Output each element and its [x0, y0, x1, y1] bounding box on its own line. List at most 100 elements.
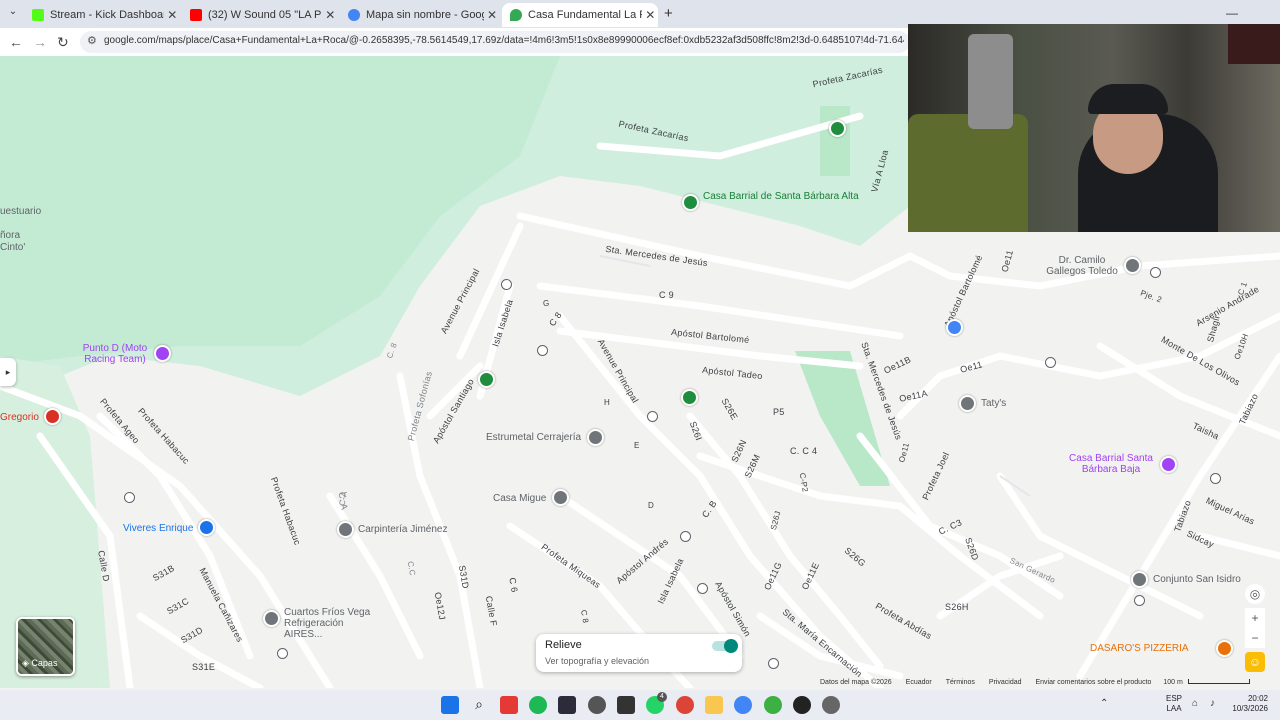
app-icon[interactable]	[558, 696, 576, 714]
terrain-toggle-card[interactable]: Relieve Ver topografía y elevación	[536, 634, 742, 672]
chrome-icon[interactable]	[734, 696, 752, 714]
notification-badge: 4	[657, 692, 667, 702]
tab-google-maps[interactable]: Casa Fundamental La Roca - Go ✕	[502, 3, 658, 27]
file-explorer-icon[interactable]	[705, 696, 723, 714]
obs-icon[interactable]	[793, 696, 811, 714]
privacy-link[interactable]: Privacidad	[989, 679, 1022, 686]
search-icon[interactable]: ⌕	[470, 696, 488, 714]
layers-label: ◈ Capas	[22, 658, 58, 668]
close-icon[interactable]: ✕	[484, 8, 500, 22]
settings-icon[interactable]	[822, 696, 840, 714]
clock[interactable]: 20:02 10/3/2026	[1230, 694, 1268, 714]
scale-label[interactable]: 100 m	[1163, 679, 1182, 686]
street-label: S31E	[192, 662, 216, 672]
place-label[interactable]: DASARO'S PIZZERIA	[1090, 643, 1189, 654]
street-label: S26H	[945, 602, 969, 612]
relief-toggle[interactable]	[712, 639, 738, 653]
back-button[interactable]: ←	[9, 34, 23, 50]
app-icon[interactable]	[500, 696, 518, 714]
place-label[interactable]: Carpintería Jiménez	[358, 524, 447, 535]
grocery-pin[interactable]	[198, 519, 215, 536]
wifi-icon[interactable]: ⌂	[1192, 698, 1198, 709]
bus-stop-icon[interactable]	[501, 279, 512, 290]
restaurant-pin[interactable]	[1216, 640, 1233, 657]
place-pin[interactable]	[263, 610, 280, 627]
minimize-button[interactable]: —	[1226, 6, 1238, 20]
tab-kick[interactable]: Stream - Kick Dashboard ✕	[24, 3, 180, 27]
place-label[interactable]: Gregorio	[0, 412, 39, 423]
app-icon[interactable]	[617, 696, 635, 714]
bus-stop-icon[interactable]	[768, 658, 779, 669]
bus-stop-icon[interactable]	[124, 492, 135, 503]
new-tab-button[interactable]: +	[664, 5, 673, 22]
terms-link[interactable]: Términos	[946, 679, 975, 686]
country-link[interactable]: Ecuador	[906, 679, 932, 686]
place-pin[interactable]	[587, 429, 604, 446]
close-icon[interactable]: ✕	[164, 8, 180, 22]
close-icon[interactable]: ✕	[642, 8, 658, 22]
park-pin[interactable]	[681, 389, 698, 406]
tab-search-icon[interactable]: ⌄	[6, 6, 20, 20]
bus-stop-icon[interactable]	[1134, 595, 1145, 606]
park-pin[interactable]	[829, 120, 846, 137]
forward-button[interactable]: →	[33, 34, 47, 50]
green-sofa	[908, 114, 1028, 232]
bus-stop-icon[interactable]	[697, 583, 708, 594]
address-bar[interactable]: ⚙ google.com/maps/place/Casa+Fundamental…	[80, 31, 910, 53]
bus-stop-icon[interactable]	[537, 345, 548, 356]
zoom-out-button[interactable]: −	[1245, 628, 1265, 648]
bus-stop-icon[interactable]	[1045, 357, 1056, 368]
tray-chevron-icon[interactable]: ⌃	[1100, 698, 1108, 709]
street-label: P5	[773, 407, 785, 417]
place-label[interactable]: Casa Barrial de Santa Bárbara Alta	[703, 191, 859, 202]
place-label: ñora	[0, 230, 21, 241]
place-label: uestuario	[0, 206, 42, 217]
place-label[interactable]: Taty's	[981, 398, 1006, 409]
close-icon[interactable]: ✕	[322, 8, 338, 22]
park-pin[interactable]	[478, 371, 495, 388]
place-pin[interactable]	[1124, 257, 1141, 274]
place-pin[interactable]	[1131, 571, 1148, 588]
tab-google-earth[interactable]: Mapa sin nombre - Google Ear ✕	[340, 3, 500, 27]
todo-icon[interactable]	[676, 696, 694, 714]
place-label[interactable]: Viveres Enrique	[123, 523, 193, 534]
spotify-icon[interactable]	[529, 696, 547, 714]
reload-button[interactable]: ↻	[57, 34, 69, 51]
layers-button[interactable]: ◈ Capas	[16, 617, 75, 676]
bus-stop-icon[interactable]	[1150, 267, 1161, 278]
place-label[interactable]: Casa Barrial Santa Bárbara Baja	[1066, 453, 1156, 475]
zoom-in-button[interactable]: +	[1245, 608, 1265, 628]
windows-start-icon[interactable]	[441, 696, 459, 714]
bus-stop-icon[interactable]	[1210, 473, 1221, 484]
site-info-icon[interactable]: ⚙	[87, 34, 97, 47]
place-pin[interactable]	[959, 395, 976, 412]
place-label[interactable]: Conjunto San Isidro	[1153, 574, 1241, 585]
place-label[interactable]: Estrumetal Cerrajería	[486, 432, 581, 443]
place-pin[interactable]	[337, 521, 354, 538]
feedback-link[interactable]: Enviar comentarios sobre el producto	[1035, 679, 1151, 686]
app-icon[interactable]	[764, 696, 782, 714]
volume-icon[interactable]: ♪	[1210, 698, 1215, 709]
place-label[interactable]: Punto D (Moto Racing Team)	[80, 343, 150, 365]
url-text[interactable]: google.com/maps/place/Casa+Fundamental+L…	[104, 35, 904, 46]
expand-panel-button[interactable]: ▸	[0, 358, 16, 386]
place-pin[interactable]	[552, 489, 569, 506]
chatgpt-icon[interactable]	[588, 696, 606, 714]
my-location-icon[interactable]: ◎	[1245, 584, 1265, 604]
bus-stop-icon[interactable]	[680, 531, 691, 542]
bus-stop-icon[interactable]	[647, 411, 658, 422]
park-pin[interactable]	[682, 194, 699, 211]
tab-title: Mapa sin nombre - Google Ear	[366, 9, 484, 21]
place-label[interactable]: Cuartos Fríos Vega Refrigeración AIRES..…	[284, 607, 384, 640]
bus-stop-icon[interactable]	[277, 648, 288, 659]
hospital-pin[interactable]	[44, 408, 61, 425]
place-label[interactable]: Dr. Camilo Gallegos Toledo	[1046, 255, 1118, 277]
shopping-pin[interactable]	[154, 345, 171, 362]
pegman-icon[interactable]: ☺	[1245, 652, 1265, 672]
place-label[interactable]: Casa Migue	[493, 493, 546, 504]
tab-youtube[interactable]: (32) W Sound 05 "LA PLENA" - ✕	[182, 3, 338, 27]
place-pin[interactable]	[1160, 456, 1177, 473]
place-label: Cinto'	[0, 242, 26, 253]
language-indicator[interactable]: ESP LAA	[1166, 694, 1182, 714]
place-pin[interactable]	[946, 319, 963, 336]
